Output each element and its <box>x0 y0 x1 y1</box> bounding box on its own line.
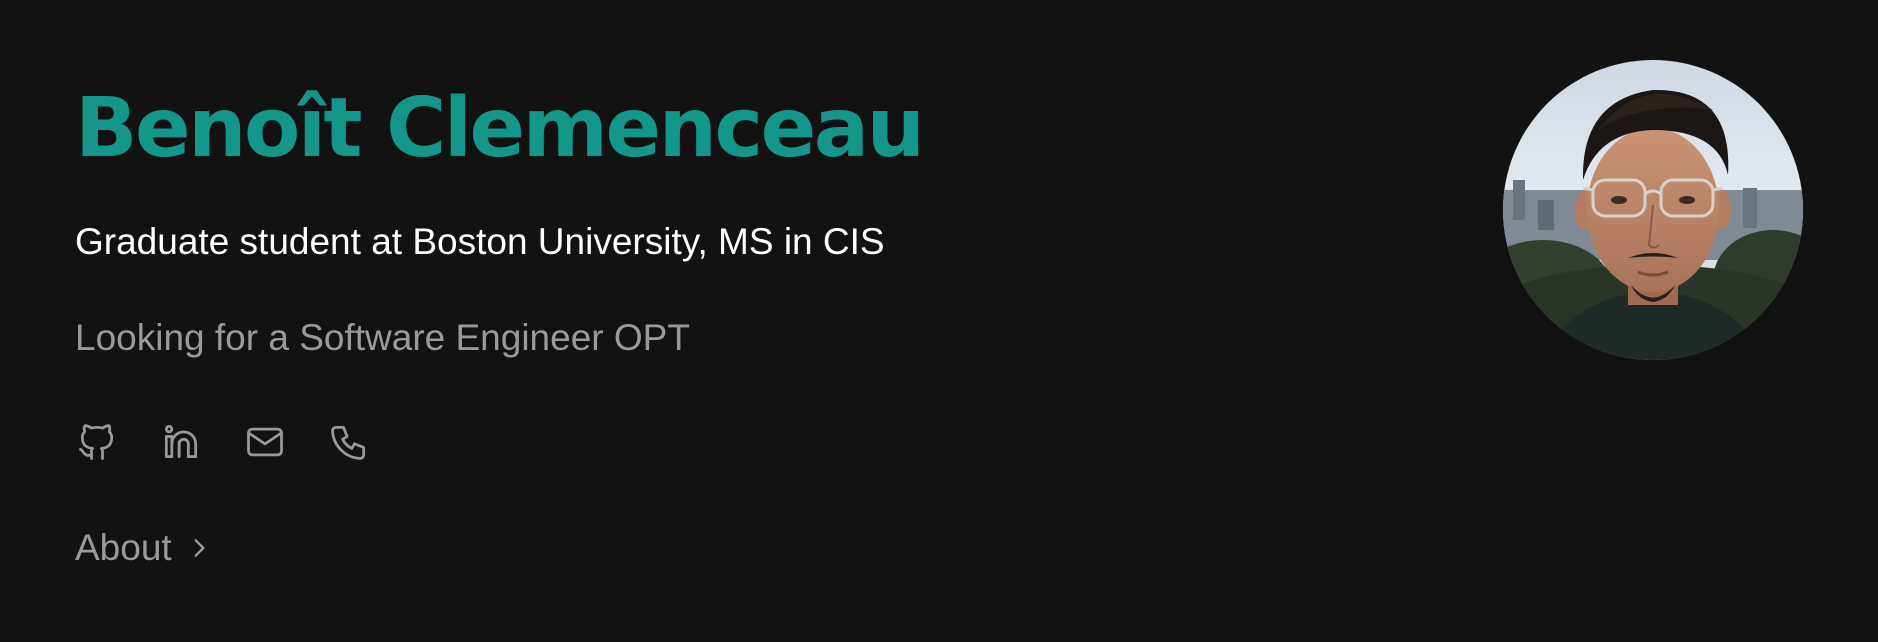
github-icon <box>79 424 114 460</box>
chevron-right-icon <box>194 539 205 557</box>
profile-name: Benoît Clemenceau <box>75 81 925 176</box>
phone-icon <box>331 425 366 460</box>
linkedin-icon <box>164 425 198 459</box>
github-link[interactable] <box>75 420 119 464</box>
intro-section: Benoît Clemenceau Graduate student at Bo… <box>75 70 1375 568</box>
profile-photo <box>1503 60 1803 360</box>
email-link[interactable] <box>243 420 287 464</box>
home-page: Benoît Clemenceau Graduate student at Bo… <box>0 0 1878 642</box>
mail-icon <box>247 427 283 457</box>
profile-subtitle: Graduate student at Boston University, M… <box>75 221 885 262</box>
social-links <box>75 420 371 464</box>
about-link-label: About <box>75 527 172 568</box>
linkedin-link[interactable] <box>159 420 203 464</box>
about-link[interactable]: About <box>75 526 212 570</box>
phone-link[interactable] <box>327 420 371 464</box>
profile-status: Looking for a Software Engineer OPT <box>75 317 690 358</box>
avatar <box>1503 60 1803 360</box>
